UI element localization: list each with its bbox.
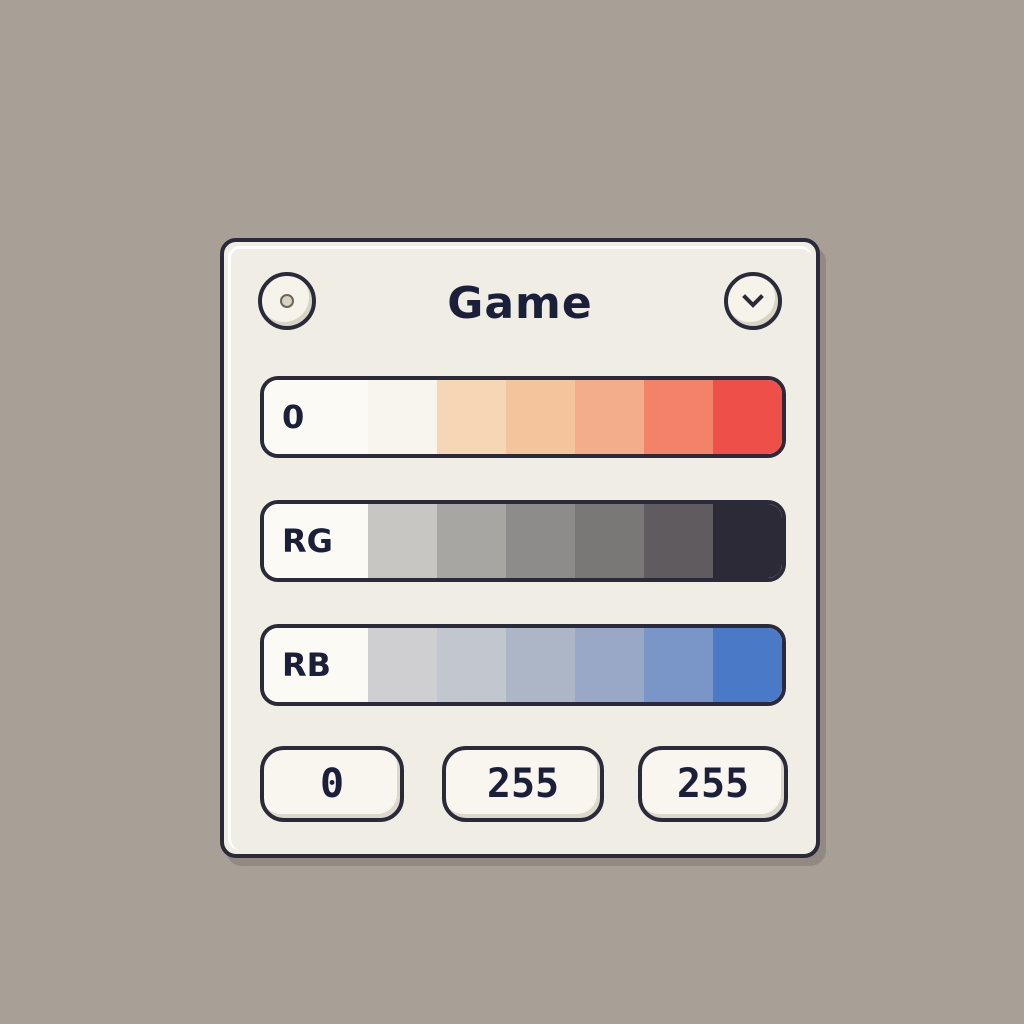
color-bar-3-swatches bbox=[368, 628, 782, 702]
color-swatch[interactable] bbox=[437, 628, 506, 702]
color-swatch[interactable] bbox=[506, 504, 575, 578]
color-swatch[interactable] bbox=[644, 380, 713, 454]
color-swatch[interactable] bbox=[575, 628, 644, 702]
color-bar-1[interactable]: 0 bbox=[260, 376, 786, 458]
color-swatch[interactable] bbox=[575, 504, 644, 578]
color-swatch[interactable] bbox=[575, 380, 644, 454]
color-bar-3-label: RB bbox=[264, 628, 368, 702]
color-picker-panel: Game 0 RG RB 0 255 255 bbox=[220, 238, 820, 858]
color-swatch[interactable] bbox=[713, 628, 782, 702]
color-swatch[interactable] bbox=[644, 504, 713, 578]
color-swatch[interactable] bbox=[368, 380, 437, 454]
right-corner-button[interactable] bbox=[724, 272, 782, 330]
color-swatch[interactable] bbox=[713, 380, 782, 454]
color-bar-2-swatches bbox=[368, 504, 782, 578]
color-swatch[interactable] bbox=[644, 628, 713, 702]
color-swatch[interactable] bbox=[437, 504, 506, 578]
color-swatch[interactable] bbox=[368, 628, 437, 702]
value-field-2[interactable]: 255 bbox=[442, 746, 604, 822]
color-bar-2[interactable]: RG bbox=[260, 500, 786, 582]
color-bar-1-swatches bbox=[368, 380, 782, 454]
color-bar-3[interactable]: RB bbox=[260, 624, 786, 706]
color-swatch[interactable] bbox=[368, 504, 437, 578]
value-field-1[interactable]: 0 bbox=[260, 746, 404, 822]
color-swatch[interactable] bbox=[506, 628, 575, 702]
value-field-3[interactable]: 255 bbox=[638, 746, 788, 822]
color-swatch[interactable] bbox=[506, 380, 575, 454]
color-bar-1-label: 0 bbox=[264, 380, 368, 454]
color-bar-2-label: RG bbox=[264, 504, 368, 578]
chevron-down-icon bbox=[742, 294, 764, 308]
color-swatch[interactable] bbox=[437, 380, 506, 454]
color-swatch[interactable] bbox=[713, 504, 782, 578]
